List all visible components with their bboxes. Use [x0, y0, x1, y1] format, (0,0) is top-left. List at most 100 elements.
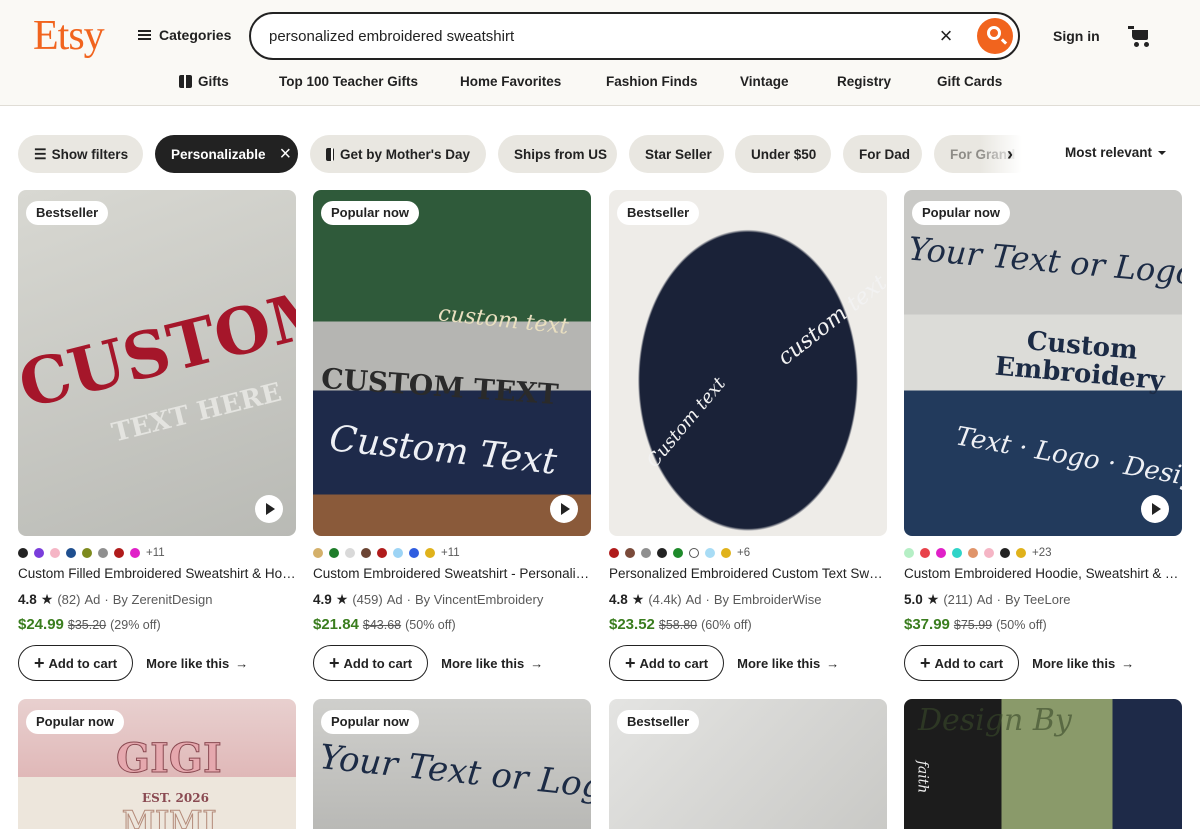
color-swatches: +6: [609, 547, 887, 559]
arrow-right-icon: →: [530, 655, 544, 671]
add-to-cart-button[interactable]: + Add to cart: [18, 645, 134, 681]
nav-item-fashion-finds[interactable]: Fashion Finds: [606, 74, 698, 89]
filter-bar: ☰ Show filters Personalizable × Get by Mot…: [0, 135, 1200, 173]
more-colors: +23: [1032, 546, 1052, 559]
product-meta: 4.8 ★ (82) Ad · By ZerenitDesign: [18, 591, 213, 607]
popular-badge: Popular now: [912, 201, 1010, 225]
site-header: Etsy Categories personalized embroidered…: [0, 0, 1200, 106]
color-swatch: [425, 547, 435, 558]
color-swatches: +23: [904, 546, 1182, 559]
color-swatch: [705, 547, 715, 558]
product-image[interactable]: Bestseller: [609, 699, 887, 829]
more-like-this-link[interactable]: More like this →: [1032, 656, 1134, 671]
show-filters-button[interactable]: ☰ Show filters: [18, 135, 143, 173]
seller-name[interactable]: By ZerenitDesign: [113, 592, 213, 607]
cart-icon[interactable]: [1128, 26, 1152, 48]
seller-name[interactable]: By TeeLore: [1005, 592, 1071, 607]
chip-personalizable[interactable]: Personalizable ×: [155, 135, 298, 173]
nav-item-home-favorites[interactable]: Home Favorites: [460, 74, 561, 89]
color-swatch: [313, 547, 323, 558]
price-row: $23.52 $58.80 (60% off): [609, 616, 887, 633]
color-swatch: [18, 547, 28, 558]
more-like-this-link[interactable]: More like this →: [737, 656, 839, 671]
search-icon: [987, 26, 1001, 40]
color-swatch: [968, 547, 978, 558]
sort-dropdown[interactable]: Most relevant: [1065, 145, 1167, 160]
price-row: $37.99 $75.99 (50% off): [904, 616, 1182, 633]
discount: (60% off): [701, 618, 752, 632]
add-to-cart-button[interactable]: + Add to cart: [904, 645, 1020, 681]
product-card[interactable]: Your Text or Logo Popular now: [313, 699, 591, 829]
chevron-down-icon: [1158, 151, 1167, 156]
close-icon[interactable]: ×: [934, 24, 958, 48]
color-swatch: [952, 547, 962, 558]
popular-badge: Popular now: [321, 201, 419, 225]
chip-star-seller[interactable]: Star Seller: [629, 135, 724, 173]
discount: (50% off): [996, 618, 1047, 632]
product-title[interactable]: Custom Embroidered Hoodie, Sweatshirt & …: [904, 566, 1182, 584]
product-card[interactable]: Bestseller: [609, 699, 887, 829]
categories-button[interactable]: Categories: [138, 27, 231, 43]
nav-item-gift-cards[interactable]: Gift Cards: [937, 74, 1002, 89]
play-icon[interactable]: [255, 495, 283, 523]
more-like-this-link[interactable]: More like this →: [441, 656, 543, 671]
etsy-logo[interactable]: Etsy: [33, 12, 105, 60]
close-icon[interactable]: ×: [280, 143, 292, 166]
product-image[interactable]: CUSTOM TEXT HERE Bestseller: [18, 190, 296, 536]
original-price: $43.68: [362, 618, 402, 632]
chip-ships-from-us[interactable]: Ships from US: [498, 135, 617, 173]
product-card[interactable]: GIGI EST. 2026 MIMI Popular now: [18, 699, 296, 829]
more-like-this-link[interactable]: More like this →: [146, 656, 248, 671]
product-image[interactable]: Your Text or Logo Custom Embroidery Text…: [904, 190, 1182, 536]
play-icon[interactable]: [1141, 495, 1169, 523]
chip-for-dad[interactable]: For Dad: [843, 135, 922, 173]
product-image[interactable]: GIGI EST. 2026 MIMI Popular now: [18, 699, 296, 829]
product-card[interactable]: CUSTOM TEXT HERE Bestseller +11 Custom F…: [18, 190, 296, 681]
color-swatches: +11: [313, 547, 591, 559]
color-swatch: [114, 547, 124, 558]
category-nav: Gifts Top 100 Teacher Gifts Home Favorit…: [0, 74, 1200, 94]
product-image[interactable]: Your Text or Logo Popular now: [313, 699, 591, 829]
search-button[interactable]: [977, 18, 1013, 54]
nav-item-registry[interactable]: Registry: [837, 74, 891, 89]
star-icon: ★: [631, 591, 645, 607]
product-title[interactable]: Custom Embroidered Sweatshirt - Personal…: [313, 566, 591, 584]
product-image[interactable]: Design By faith: [904, 699, 1182, 829]
seller-name[interactable]: By EmbroiderWise: [714, 592, 822, 607]
filter-icon: ☰: [34, 145, 47, 162]
bestseller-badge: Bestseller: [617, 201, 700, 225]
product-card[interactable]: custom text Custom text Bestseller +6 Pe…: [609, 190, 887, 681]
search-input[interactable]: personalized embroidered sweatshirt: [269, 28, 514, 45]
seller-name[interactable]: By VincentEmbroidery: [415, 592, 543, 607]
product-card[interactable]: custom text CUSTOM TEXT Custom Text Popu…: [313, 190, 591, 681]
add-to-cart-button[interactable]: + Add to cart: [313, 645, 429, 681]
color-swatch: [98, 547, 108, 558]
nav-item-teacher-gifts[interactable]: Top 100 Teacher Gifts: [279, 74, 418, 89]
product-meta: 4.9 ★ (459) Ad · By VincentEmbroidery: [313, 591, 544, 607]
chip-mothers-day[interactable]: Get by Mother's Day: [310, 135, 486, 173]
chevron-right-icon[interactable]: ›: [1007, 135, 1013, 173]
nav-item-gifts[interactable]: Gifts: [179, 74, 229, 89]
search-bar[interactable]: personalized embroidered sweatshirt ×: [249, 12, 1020, 60]
product-title[interactable]: Personalized Embroidered Custom Text Swe…: [609, 566, 887, 584]
star-icon: ★: [335, 591, 349, 607]
sign-in-link[interactable]: Sign in: [1053, 28, 1100, 44]
popular-badge: Popular now: [26, 710, 124, 734]
product-image[interactable]: custom text CUSTOM TEXT Custom Text Popu…: [313, 190, 591, 536]
product-image[interactable]: custom text Custom text Bestseller: [609, 190, 887, 536]
play-icon[interactable]: [550, 495, 578, 523]
color-swatch: [345, 547, 355, 558]
sale-price: $23.52: [609, 616, 655, 633]
product-title[interactable]: Custom Filled Embroidered Sweatshirt & H…: [18, 566, 296, 584]
color-swatch: [329, 547, 339, 558]
menu-icon: [138, 30, 151, 40]
chip-under-50[interactable]: Under $50: [735, 135, 831, 173]
product-card[interactable]: Design By faith: [904, 699, 1182, 829]
sale-price: $21.84: [313, 616, 359, 633]
product-card[interactable]: Your Text or Logo Custom Embroidery Text…: [904, 190, 1182, 681]
add-to-cart-button[interactable]: + Add to cart: [609, 645, 725, 681]
color-swatch: [657, 547, 667, 558]
discount: (29% off): [110, 618, 161, 632]
nav-item-vintage[interactable]: Vintage: [740, 74, 789, 89]
price-row: $21.84 $43.68 (50% off): [313, 616, 591, 633]
